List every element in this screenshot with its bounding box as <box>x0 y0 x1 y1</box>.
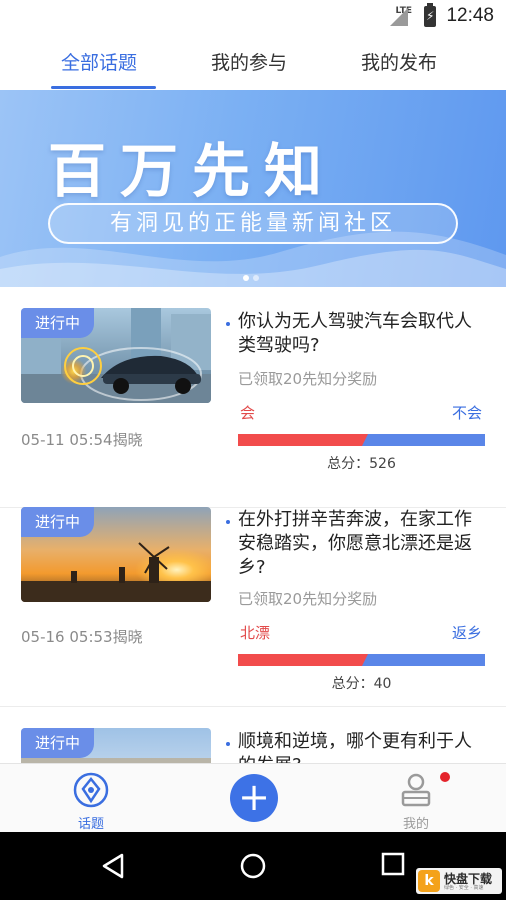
option-b-label[interactable]: 不会 <box>452 402 482 423</box>
reward-text: 已领取20先知分奖励 <box>238 590 378 608</box>
topic-card[interactable]: 进行中 05-16 05:53揭晓 在外打拼辛苦奔波，在家工作安稳踏实，你愿意北… <box>0 486 506 707</box>
home-icon[interactable] <box>239 852 267 880</box>
topic-card[interactable]: 进行中 05-11 05:54揭晓 你认为无人驾驶汽车会取代人类驾驶吗? 已领取… <box>0 287 506 508</box>
topic-thumbnail: 进行中 <box>21 308 211 403</box>
topic-question: 在外打拼辛苦奔波，在家工作安稳踏实，你愿意北漂还是返乡? <box>238 509 472 578</box>
promo-banner[interactable]: 百万先知 有洞见的正能量新闻社区 <box>0 90 506 287</box>
topic-tabs: 全部话题 我的参与 我的发布 <box>0 34 506 90</box>
system-navigation-bar: k 快盘下载 绿色 · 安全 · 高速 <box>0 832 506 900</box>
option-a-label[interactable]: 北漂 <box>240 622 270 643</box>
status-badge: 进行中 <box>21 507 95 537</box>
bullet-icon <box>226 520 230 524</box>
topic-thumbnail: 进行中 <box>21 507 211 602</box>
option-a-fill <box>238 654 367 666</box>
bottom-navigation: 话题 + 我的 <box>0 763 506 832</box>
add-topic-button[interactable]: + <box>230 774 278 822</box>
topic-question: 你认为无人驾驶汽车会取代人类驾驶吗? <box>238 311 472 356</box>
watermark-logo: k 快盘下载 绿色 · 安全 · 高速 <box>416 868 502 894</box>
total-score: 总分：40 <box>331 676 392 692</box>
reveal-date: 05-16 05:53揭晓 <box>21 628 143 646</box>
status-bar: LTE ⚡ 12:48 <box>0 0 506 34</box>
bullet-icon <box>226 742 230 746</box>
nav-topics-label: 话题 <box>77 817 104 832</box>
vote-ratio-bar <box>238 654 485 666</box>
recent-apps-icon[interactable] <box>381 852 405 876</box>
watermark-slogan: 绿色 · 安全 · 高速 <box>444 885 484 891</box>
banner-title: 百万先知 <box>48 137 337 205</box>
carousel-indicator <box>243 266 263 285</box>
option-b-label[interactable]: 返乡 <box>452 622 482 643</box>
option-a-fill <box>238 434 367 446</box>
battery-icon: ⚡ <box>424 3 436 27</box>
topic-list: 进行中 05-11 05:54揭晓 你认为无人驾驶汽车会取代人类驾驶吗? 已领取… <box>0 287 506 763</box>
tab-all-topics[interactable]: 全部话题 <box>61 48 137 75</box>
option-a-label[interactable]: 会 <box>240 402 255 423</box>
banner-subtitle-pill: 有洞见的正能量新闻社区 <box>48 203 458 244</box>
active-tab-indicator <box>51 86 156 89</box>
topic-compass-icon <box>73 772 109 808</box>
user-profile-icon <box>401 773 431 807</box>
status-badge: 进行中 <box>21 728 95 758</box>
watermark-icon: k <box>418 870 440 892</box>
tab-my-posts[interactable]: 我的发布 <box>361 48 437 75</box>
topic-card[interactable]: 进行中 顺境和逆境，哪个更有利于人的发展? <box>0 707 506 763</box>
notification-dot <box>440 772 450 782</box>
nav-topics[interactable]: 话题 <box>70 772 112 832</box>
topic-question: 顺境和逆境，哪个更有利于人的发展? <box>238 731 472 763</box>
bullet-icon <box>226 322 230 326</box>
banner-subtitle: 有洞见的正能量新闻社区 <box>109 211 396 236</box>
vote-ratio-bar <box>238 434 485 446</box>
tab-my-participation[interactable]: 我的参与 <box>211 48 287 75</box>
back-icon[interactable] <box>100 852 126 880</box>
topic-thumbnail: 进行中 <box>21 728 211 763</box>
status-badge: 进行中 <box>21 308 95 338</box>
total-score: 总分：526 <box>327 456 396 472</box>
plus-icon: + <box>238 775 270 819</box>
signal-icon <box>390 8 408 26</box>
nav-mine[interactable]: 我的 <box>396 772 436 832</box>
reveal-date: 05-11 05:54揭晓 <box>21 431 143 449</box>
carousel-dot-1[interactable] <box>243 275 249 281</box>
clock: 12:48 <box>446 5 494 26</box>
nav-mine-label: 我的 <box>402 817 429 832</box>
carousel-dot-2[interactable] <box>253 275 259 281</box>
reward-text: 已领取20先知分奖励 <box>238 370 378 388</box>
